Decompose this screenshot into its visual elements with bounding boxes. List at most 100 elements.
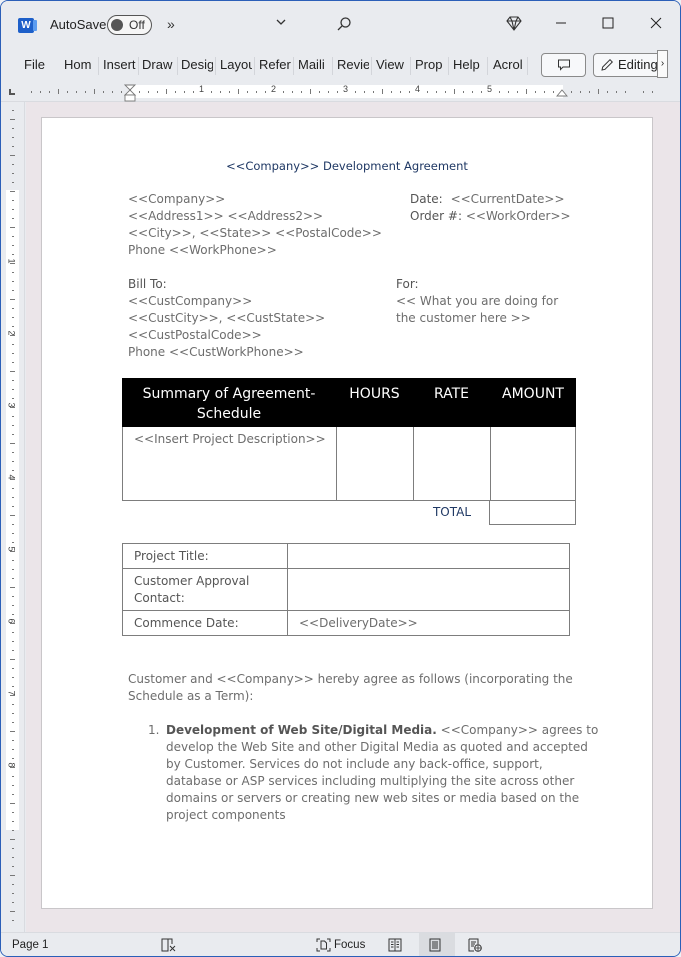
web-layout-icon[interactable] [468,938,482,955]
ruler-tick [391,91,392,93]
read-mode-icon[interactable] [388,938,402,955]
document-page[interactable]: <<Company>> Development Agreement <<Comp… [41,117,653,909]
ruler-tick [12,326,14,327]
chevron-down-icon[interactable] [275,16,287,31]
ruler-tick [175,91,176,93]
diamond-icon[interactable] [506,16,522,34]
tab-help[interactable]: Help [453,57,483,75]
ruler-number: 3 [6,402,17,408]
tab-references[interactable]: Refer [259,57,291,75]
comments-button[interactable] [541,53,586,77]
for-label: For: [396,277,419,291]
from-address: <<Company>> <<Address1>> <<Address2>> <<… [128,191,382,259]
ruler-tick [58,89,59,94]
ruler-tick [12,164,14,165]
table-row[interactable]: Customer Approval Contact: [123,569,569,611]
tab-layout[interactable]: Layou [220,57,252,75]
horizontal-ruler[interactable]: 1 2 3 4 5 [1,82,680,102]
tab-view[interactable]: View [376,57,407,75]
table-row[interactable]: Commence Date: <<DeliveryDate>> [123,611,569,636]
ruler-tick [265,91,266,93]
ruler-tick [571,91,572,93]
tab-separator [215,57,216,75]
from-line: <<City>>, <<State>> <<PostalCode>> [128,226,382,240]
ruler-tick [12,812,14,813]
ruler-tick [10,875,15,876]
tab-separator [487,57,488,75]
ribbon-scroll-right-button[interactable]: › [657,50,668,78]
tab-selector-icon[interactable] [9,89,15,95]
tab-separator [293,57,294,75]
ruler-tick [10,443,15,444]
ruler-tick [40,91,41,93]
print-layout-icon[interactable] [429,938,441,955]
summary-table-row[interactable]: <<Insert Project Description>> [122,427,576,501]
ruler-tick [12,218,14,219]
tab-separator [138,57,139,75]
vertical-ruler[interactable]: 1 2 3 4 5 6 7 8 [1,102,25,932]
tab-home[interactable]: Hom [64,57,96,75]
ruler-tick [481,91,482,93]
tab-properties[interactable]: Prop [415,57,445,75]
ruler-tick [409,91,410,93]
commence-date-value[interactable]: <<DeliveryDate>> [299,615,418,632]
focus-icon[interactable] [316,938,331,955]
total-value-cell[interactable] [489,500,576,525]
ruler-tick [10,155,15,156]
from-line: <<Address1>> <<Address2>> [128,209,324,223]
autosave-toggle[interactable]: Off [107,15,152,35]
tab-acrobat[interactable]: Acrol [493,57,523,75]
tab-review[interactable]: Revie [337,57,369,75]
order-label: Order #: [410,209,463,223]
indent-marker-icon[interactable] [124,84,136,102]
for-line: the customer here >> [396,311,531,325]
table-row[interactable]: Project Title: [123,544,569,569]
ruler-tick [12,200,14,201]
ruler-tick [12,641,14,642]
ruler-tick [526,89,527,94]
ruler-tick [328,91,329,93]
close-button[interactable] [644,13,668,37]
toggle-knob [111,19,123,31]
editing-mode-button[interactable]: Editing [593,53,661,77]
ruler-tick [12,254,14,255]
tab-mailings[interactable]: Maili [298,57,329,75]
total-label: TOTAL [432,505,472,519]
ruler-number: 1 [6,258,17,264]
ruler-tick [12,893,14,894]
maximize-button[interactable] [596,13,620,37]
header-amount: AMOUNT [502,386,564,402]
ruler-tick [12,632,14,633]
proofing-icon[interactable] [161,938,176,955]
ruler-tick [463,91,464,93]
ruler-tick [12,758,14,759]
document-canvas[interactable]: <<Company>> Development Agreement <<Comp… [26,102,680,932]
minimize-button[interactable] [549,13,573,37]
ruler-tick [12,497,14,498]
ruler-tick [85,91,86,93]
clause-line: database or ASP services including multi… [166,774,575,788]
more-commands-icon[interactable]: » [167,16,175,32]
comment-icon [557,59,570,71]
tab-draw[interactable]: Draw [142,57,174,75]
right-indent-marker-icon[interactable] [556,89,568,97]
ruler-tick [12,344,14,345]
page-indicator[interactable]: Page 1 [12,939,48,951]
ruler-tick [12,470,14,471]
ruler-tick [10,839,15,840]
tab-file[interactable]: File [24,57,50,75]
ruler-tick [229,91,230,93]
ruler-tick [12,290,14,291]
search-icon[interactable] [336,16,352,35]
ruler-tick [373,91,374,93]
tab-insert[interactable]: Insert [103,57,137,75]
ruler-tick [12,578,14,579]
ruler-tick [12,605,14,606]
ruler-tick [319,91,320,93]
ruler-tick [337,91,338,93]
ruler-tick [400,91,401,93]
focus-button[interactable]: Focus [334,939,365,951]
project-description-cell[interactable]: <<Insert Project Description>> [134,431,326,448]
tab-design[interactable]: Desig [181,57,213,75]
ruler-tick [12,173,14,174]
